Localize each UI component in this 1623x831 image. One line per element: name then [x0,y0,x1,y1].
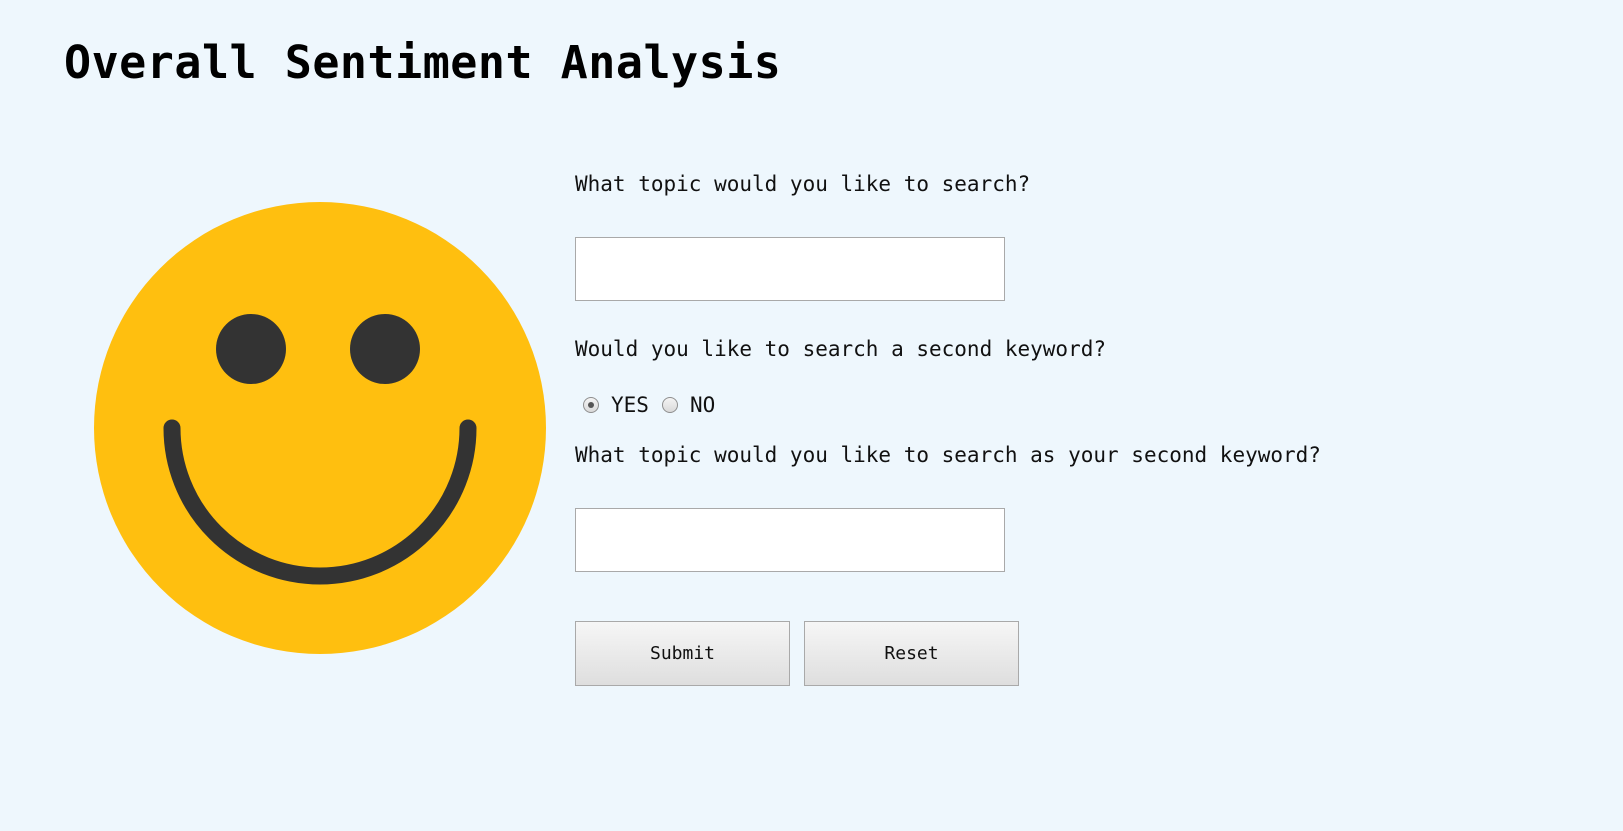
no-radio[interactable] [661,397,678,413]
left-eye [216,314,286,384]
topic-question-label: What topic would you like to search? [575,172,1031,196]
second-topic-input[interactable] [575,508,1005,572]
yes-radio[interactable] [583,397,599,413]
reset-button[interactable]: Reset [804,621,1019,686]
submit-button[interactable]: Submit [575,621,790,686]
no-label[interactable]: NO [690,393,715,417]
smiley-face-icon [94,202,546,654]
page-title: Overall Sentiment Analysis [64,36,782,89]
topic-input[interactable] [575,237,1005,301]
right-eye [350,314,420,384]
second-topic-question-label: What topic would you like to search as y… [575,443,1321,467]
smiley-face [94,202,546,654]
yes-label[interactable]: YES [611,393,649,417]
second-keyword-question-label: Would you like to search a second keywor… [575,337,1107,361]
second-keyword-radio-group: YES NO [583,393,728,417]
